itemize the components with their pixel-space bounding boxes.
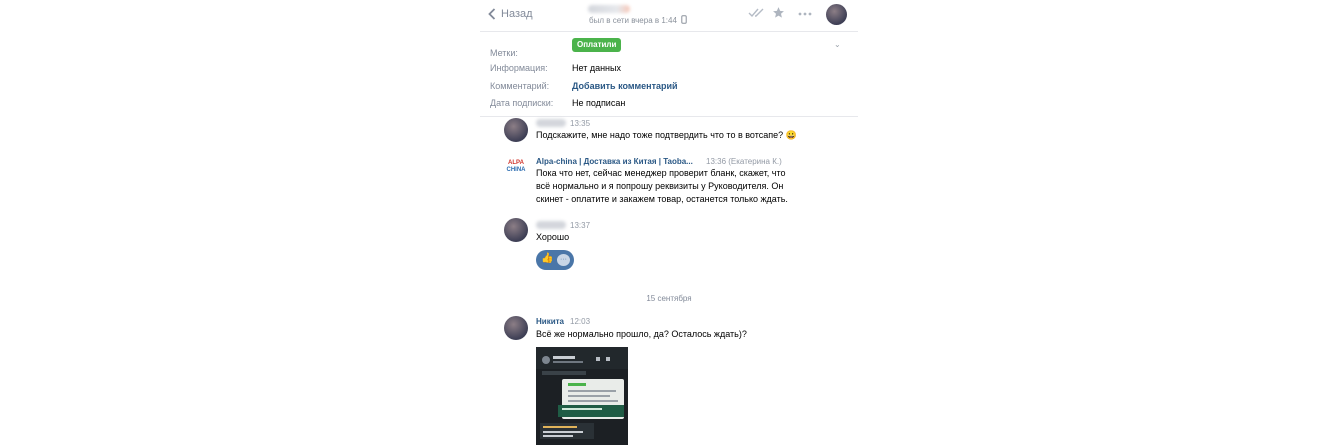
- screenshot-preview: [536, 347, 628, 445]
- add-comment-link[interactable]: Добавить комментарий: [572, 81, 678, 91]
- more-reactions-icon[interactable]: ···: [557, 254, 570, 266]
- star-icon[interactable]: [772, 6, 785, 19]
- group-logo[interactable]: ALPA CHINA: [504, 156, 528, 180]
- chevron-left-icon: [488, 8, 496, 20]
- user-avatar[interactable]: [504, 118, 528, 142]
- tag-paid[interactable]: Оплатили: [572, 38, 622, 52]
- user-avatar[interactable]: [504, 218, 528, 242]
- user-avatar[interactable]: [504, 316, 528, 340]
- chat-header: Назад был в сети вчера в 1:44: [480, 0, 858, 32]
- user-name[interactable]: Никита: [536, 317, 564, 326]
- message-text: Хорошо: [536, 232, 570, 242]
- user-name-blurred[interactable]: [536, 119, 566, 127]
- divider: [480, 116, 858, 117]
- chat-panel: Назад был в сети вчера в 1:44 ⌄ Метки: О…: [480, 0, 858, 445]
- message-time: 13:36 (Екатерина К.): [706, 157, 782, 166]
- thumbs-up-icon: 👍: [541, 253, 554, 264]
- message-time: 13:35: [570, 119, 591, 128]
- peer-status-text: был в сети вчера в 1:44: [589, 16, 677, 25]
- message-text: Подскажите, мне надо тоже подтвердить чт…: [536, 130, 797, 140]
- reactions-pill[interactable]: 👍 ···: [536, 250, 574, 270]
- date-separator: 15 сентября: [646, 294, 692, 303]
- message-time: 13:37: [570, 221, 591, 230]
- chevron-down-icon[interactable]: ⌄: [834, 40, 841, 49]
- message-time: 12:03: [570, 317, 591, 326]
- comment-label: Комментарий:: [490, 81, 550, 91]
- double-check-icon[interactable]: [748, 8, 766, 18]
- message-text: Пока что нет, сейчас менеджер проверит б…: [536, 168, 788, 204]
- peer-status: был в сети вчера в 1:44: [589, 15, 687, 25]
- logo-text-top: ALPA: [508, 160, 524, 166]
- message-text: Всё же нормально прошло, да? Осталось жд…: [536, 329, 747, 339]
- peer-avatar[interactable]: [826, 4, 847, 25]
- back-label: Назад: [501, 8, 533, 20]
- subscription-value: Не подписан: [572, 98, 626, 108]
- tags-label: Метки:: [490, 48, 518, 58]
- logo-text-bottom: CHINA: [506, 167, 526, 173]
- phone-icon: [681, 15, 687, 24]
- user-name-blurred[interactable]: [536, 221, 566, 229]
- subscription-label: Дата подписки:: [490, 98, 554, 108]
- attached-screenshot[interactable]: [536, 347, 628, 445]
- peer-name-blurred[interactable]: [588, 5, 630, 13]
- back-button[interactable]: Назад: [488, 6, 533, 22]
- info-label: Информация:: [490, 63, 548, 73]
- info-value: Нет данных: [572, 63, 621, 73]
- more-icon[interactable]: [798, 12, 812, 16]
- group-name[interactable]: Alpa-china | Доставка из Китая | Taoba..…: [536, 157, 693, 166]
